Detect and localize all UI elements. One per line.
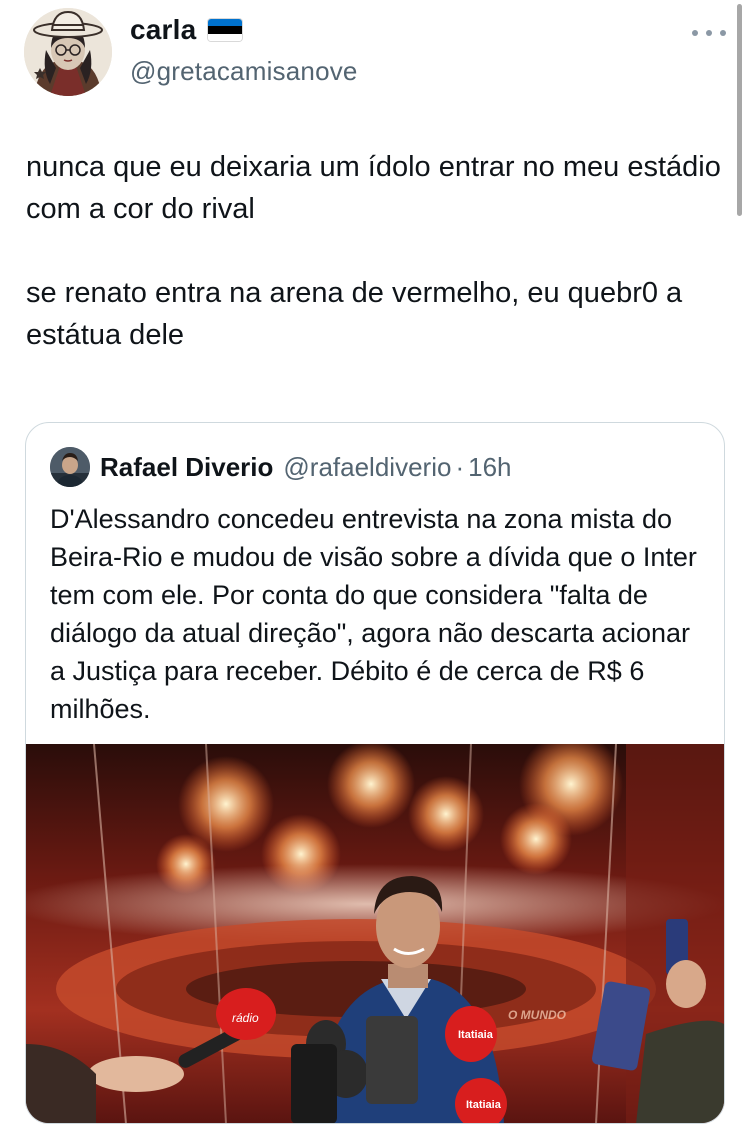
tweet-paragraph: nunca que eu deixaria um ídolo entrar no…	[26, 151, 721, 225]
author-handle[interactable]: @gretacamisanove	[130, 56, 358, 87]
quoted-author-avatar[interactable]	[50, 447, 90, 487]
scrollbar[interactable]	[737, 4, 742, 216]
more-options-icon[interactable]	[692, 26, 726, 40]
mic-label: rádio	[232, 1011, 259, 1025]
avatar-illustration	[24, 8, 112, 96]
quoted-author-name[interactable]: Rafael Diverio	[100, 452, 273, 483]
interview-photo: rádio Itatiaia Itatiaia O MUNDO	[26, 744, 724, 1123]
meta-separator: ·	[455, 451, 465, 482]
mic-label: Itatiaia	[466, 1099, 502, 1111]
quoted-tweet-photo[interactable]: rádio Itatiaia Itatiaia O MUNDO	[26, 744, 724, 1123]
tweet-header: carla @gretacamisanove	[0, 0, 750, 110]
author-display-name[interactable]: carla	[130, 14, 243, 46]
tweet-paragraph: se renato entra na arena de vermelho, eu…	[26, 277, 683, 351]
quoted-tweet-card[interactable]: Rafael Diverio @rafaeldiverio · 16h D'Al…	[25, 422, 725, 1124]
quoted-tweet-text: D'Alessandro concedeu entrevista na zona…	[50, 504, 697, 724]
mic-label: Itatiaia	[458, 1029, 494, 1041]
quoted-avatar-photo	[50, 447, 90, 487]
banner-text: O MUNDO	[508, 1008, 567, 1022]
quoted-author-handle[interactable]: @rafaeldiverio	[283, 452, 451, 483]
quoted-tweet-header: Rafael Diverio @rafaeldiverio · 16h	[50, 447, 512, 487]
author-avatar[interactable]	[24, 8, 112, 96]
tweet-body: nunca que eu deixaria um ídolo entrar no…	[26, 146, 726, 356]
estonia-flag-icon	[208, 19, 243, 41]
quoted-timestamp[interactable]: 16h	[468, 452, 511, 483]
author-name-text: carla	[130, 14, 197, 45]
